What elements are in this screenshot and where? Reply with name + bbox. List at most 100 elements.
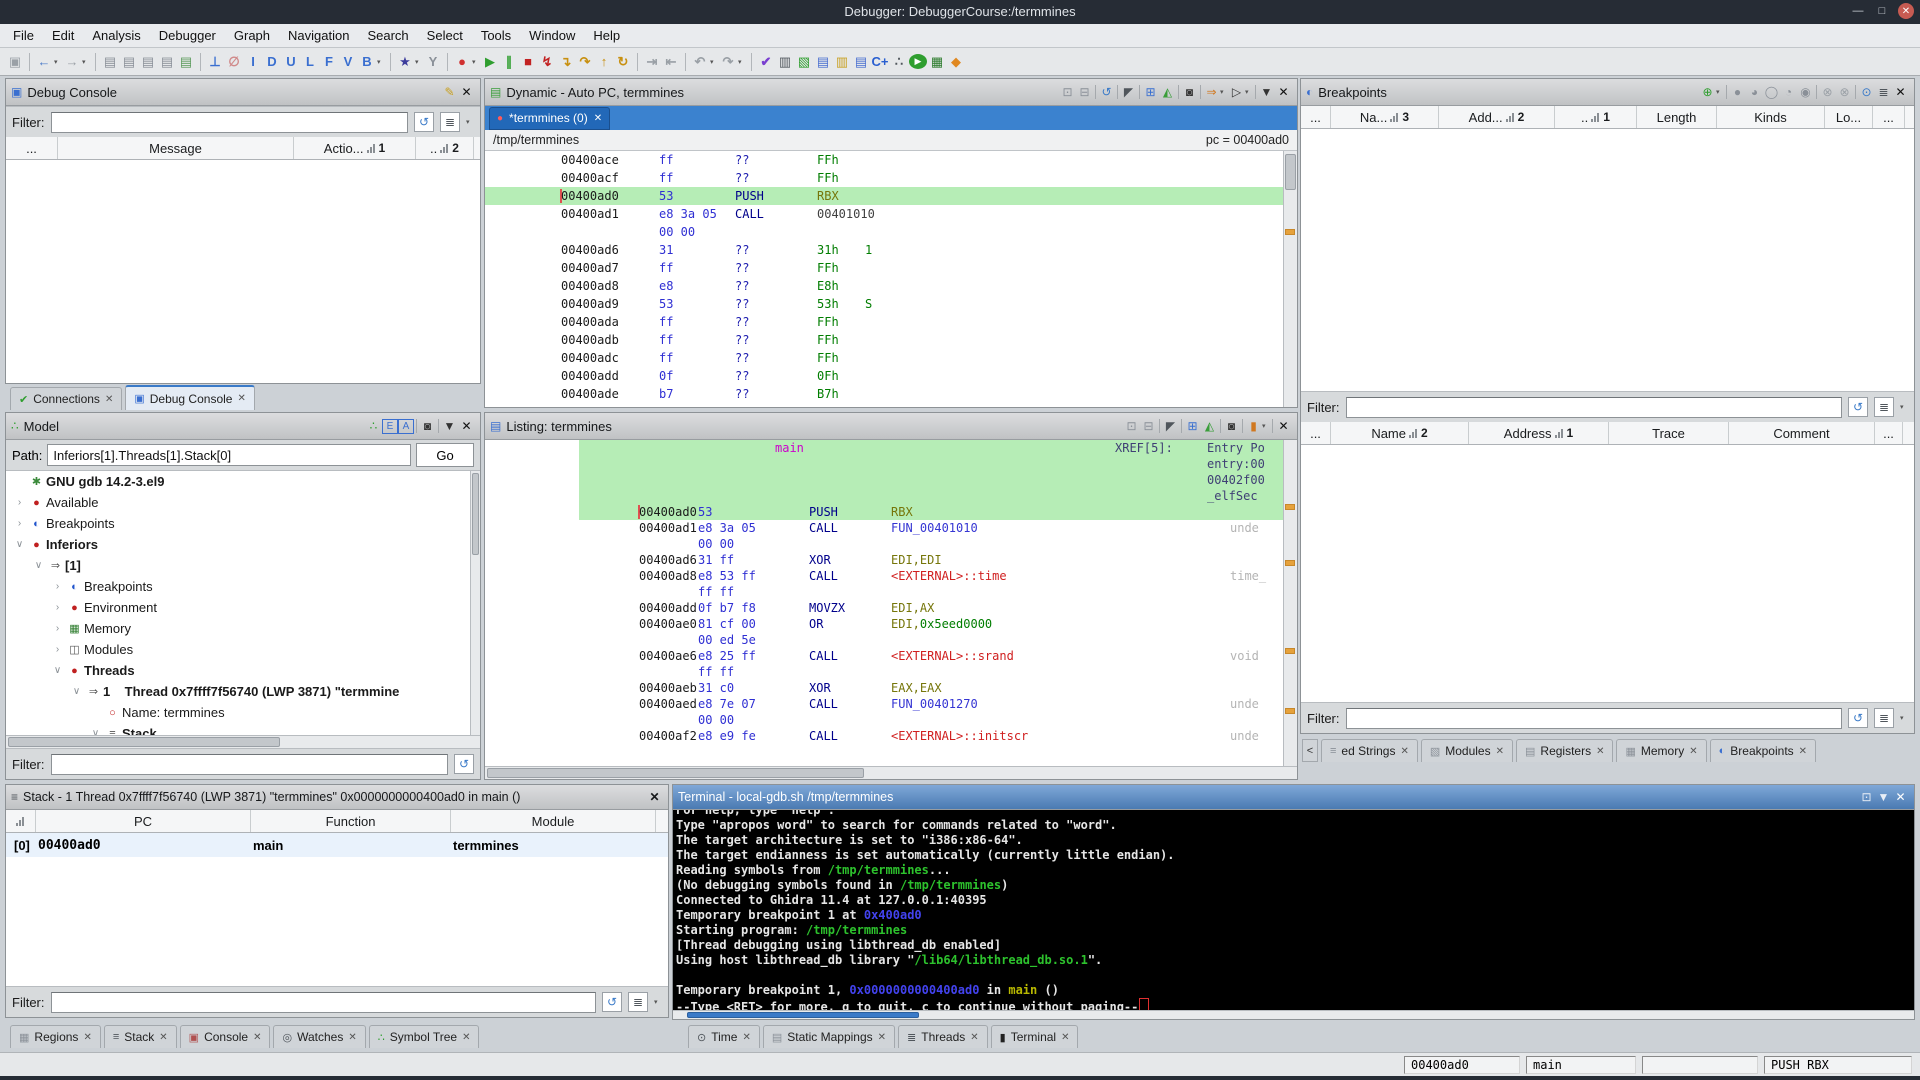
tree-item-breakpoints[interactable]: › ◐ Breakpoints bbox=[6, 513, 480, 534]
filter-columns-icon[interactable]: ≣ bbox=[1875, 84, 1892, 101]
column-header-length[interactable]: Length bbox=[1637, 106, 1717, 128]
filter-config-icon-dropdown[interactable]: ▾ bbox=[1900, 403, 1908, 411]
skip-out-icon[interactable]: ⇤ bbox=[662, 52, 680, 71]
undo-icon-dropdown[interactable]: ▾ bbox=[710, 58, 718, 66]
clear-filter-icon[interactable]: ↺ bbox=[414, 112, 434, 132]
tab-close-icon[interactable]: ✕ bbox=[1400, 746, 1408, 757]
snapshot-camera-icon[interactable]: ◙ bbox=[1181, 84, 1198, 101]
undo-icon[interactable]: ↶ bbox=[691, 52, 709, 71]
filter-config-icon-dropdown[interactable]: ▾ bbox=[466, 118, 474, 126]
new-page-icon[interactable]: ▤ bbox=[177, 52, 195, 71]
expander-open-icon[interactable]: ∨ bbox=[88, 728, 103, 735]
tab-static-mappings[interactable]: ▤ Static Mappings ✕ bbox=[762, 1025, 896, 1048]
tab-debug-console[interactable]: ▣ Debug Console ✕ bbox=[125, 385, 255, 410]
tree-item-available[interactable]: › ● Available bbox=[6, 492, 480, 513]
copy-icon[interactable]: ⊡ bbox=[1858, 789, 1875, 806]
undefined-letter-icon[interactable]: U bbox=[282, 52, 300, 71]
stack-table-body[interactable] bbox=[6, 857, 668, 986]
close-icon[interactable]: ✕ bbox=[1892, 789, 1909, 806]
tab-close-icon[interactable]: ✕ bbox=[105, 394, 113, 405]
expander-open-icon[interactable]: ∨ bbox=[69, 686, 84, 697]
disassembly-row[interactable]: 00400ad7 ff?? FFh bbox=[485, 259, 1283, 277]
column-header-[interactable]: ... bbox=[1875, 422, 1903, 444]
tab-close-icon[interactable]: ✕ bbox=[253, 1032, 261, 1043]
expander-open-icon[interactable]: ∨ bbox=[50, 665, 65, 676]
stack-frame-row[interactable]: [0] 00400ad0 main termmines bbox=[6, 833, 668, 857]
collapse-all-icon[interactable]: A bbox=[398, 418, 414, 434]
record-icon[interactable]: ● bbox=[453, 52, 471, 71]
skip-over-icon[interactable]: ⇥ bbox=[643, 52, 661, 71]
tab-symbol-tree[interactable]: ∴ Symbol Tree ✕ bbox=[368, 1025, 480, 1048]
tab-close-icon[interactable]: ✕ bbox=[348, 1032, 356, 1043]
model-tree-scrollbar[interactable] bbox=[470, 471, 480, 735]
disable-breakpoint-icon[interactable]: ◯ bbox=[1763, 84, 1780, 101]
snapshot-star-icon[interactable]: ★ bbox=[396, 52, 414, 71]
tree-item-breakpoints[interactable]: › ◐ Breakpoints bbox=[6, 576, 480, 597]
scroll-tabs-left-button[interactable]: < bbox=[1302, 739, 1318, 762]
sync-table-icon[interactable]: ⊞ bbox=[1142, 84, 1159, 101]
terminal-hscrollbar[interactable] bbox=[673, 1010, 1914, 1019]
tab-close-icon[interactable]: ✕ bbox=[462, 1032, 470, 1043]
column-header-function[interactable]: Function bbox=[251, 810, 451, 832]
breakpoints-table-body[interactable] bbox=[1301, 129, 1914, 391]
panel-menu-icon[interactable]: ▼ bbox=[441, 418, 458, 435]
book-icon[interactable]: ▮ bbox=[1245, 418, 1262, 435]
snapshot-camera-icon[interactable]: ◙ bbox=[419, 418, 436, 435]
column-header-kinds[interactable]: Kinds bbox=[1717, 106, 1825, 128]
clear-filter-icon[interactable]: ↺ bbox=[1848, 397, 1868, 417]
variable-letter-icon[interactable]: V bbox=[339, 52, 357, 71]
disassembly-row[interactable]: 00400ad6 31?? 31h 1 bbox=[485, 241, 1283, 259]
search-icon[interactable]: ⊙ bbox=[1858, 84, 1875, 101]
tree-item-gnu[interactable]: ✱ GNU gdb 14.2-3.el9 bbox=[6, 471, 480, 492]
filter-config-icon[interactable]: ≣ bbox=[1874, 397, 1894, 417]
diff-icon[interactable]: ◭ bbox=[1201, 418, 1218, 435]
back-icon[interactable]: ← bbox=[35, 52, 53, 71]
filter-config-icon[interactable]: ≣ bbox=[1874, 708, 1894, 728]
tab-close-icon[interactable]: ✕ bbox=[83, 1032, 91, 1043]
disassembly-row[interactable]: 00400ae6 e8 25 ff CALL <EXTERNAL>::srand voi… bbox=[485, 648, 1283, 664]
clear-all-breakpoints-icon[interactable]: ⊗ bbox=[1836, 84, 1853, 101]
tab-watches[interactable]: ◎ Watches ✕ bbox=[273, 1025, 366, 1048]
filter-input[interactable] bbox=[1345, 707, 1842, 729]
redo-icon-dropdown[interactable]: ▾ bbox=[738, 58, 746, 66]
forward-icon[interactable]: → bbox=[63, 52, 81, 71]
disable-all-breakpoints-icon[interactable]: ◔ bbox=[1780, 84, 1797, 101]
menu-navigation[interactable]: Navigation bbox=[279, 28, 358, 43]
interrupt-icon[interactable]: ∥ bbox=[500, 52, 518, 71]
model-hscrollbar[interactable] bbox=[6, 735, 480, 748]
filter-config-icon-dropdown[interactable]: ▾ bbox=[654, 998, 662, 1006]
tab-close-icon[interactable]: ✕ bbox=[1061, 1032, 1069, 1043]
goto-icon[interactable]: ▷ bbox=[1228, 84, 1245, 101]
model-tree-icon[interactable]: ∴ bbox=[890, 52, 908, 71]
function-letter-icon[interactable]: F bbox=[320, 52, 338, 71]
byte-letter-icon-dropdown[interactable]: ▾ bbox=[377, 58, 385, 66]
clear-filter-icon[interactable]: ↺ bbox=[454, 754, 474, 774]
clear-markup-icon[interactable]: ∅ bbox=[225, 52, 243, 71]
expand-all-icon[interactable]: E bbox=[382, 418, 398, 434]
step-into-icon[interactable]: ↴ bbox=[557, 52, 575, 71]
registers-table-icon[interactable]: ▤ bbox=[814, 52, 832, 71]
minimize-icon[interactable]: — bbox=[1850, 3, 1866, 19]
import-page-icon[interactable]: ▤ bbox=[158, 52, 176, 71]
go-button[interactable]: Go bbox=[416, 443, 474, 467]
close-icon[interactable]: ✕ bbox=[646, 789, 663, 806]
go-circle-icon[interactable]: ▶ bbox=[909, 54, 927, 69]
maximize-icon[interactable]: □ bbox=[1874, 3, 1890, 19]
tree-item-environment[interactable]: › ● Environment bbox=[6, 597, 480, 618]
column-header-add[interactable]: Add... 2 bbox=[1439, 106, 1555, 128]
expander-closed-icon[interactable]: › bbox=[50, 623, 65, 634]
tab-close-icon[interactable]: ✕ bbox=[1596, 746, 1604, 757]
column-header-trace[interactable]: Trace bbox=[1609, 422, 1729, 444]
panel-menu-icon[interactable]: ▼ bbox=[1258, 84, 1275, 101]
tab-close-icon[interactable]: ✕ bbox=[970, 1032, 978, 1043]
toggle-breakpoints-icon[interactable]: ◉ bbox=[1797, 84, 1814, 101]
filter-input[interactable] bbox=[50, 111, 408, 133]
breakpoint-diamond-icon[interactable]: ◆ bbox=[947, 52, 965, 71]
tree-item-inferiors[interactable]: ∨ ● Inferiors bbox=[6, 534, 480, 555]
byte-letter-icon[interactable]: B bbox=[358, 52, 376, 71]
disassembly-row[interactable]: 00400ad0 53 PUSH RBX bbox=[485, 187, 1283, 205]
tab-time[interactable]: ⊙ Time ✕ bbox=[688, 1025, 760, 1048]
disassembly-row[interactable]: 00400af2 e8 e9 fe CALL <EXTERNAL>::initscr u… bbox=[485, 728, 1283, 744]
forward-icon-dropdown[interactable]: ▾ bbox=[82, 58, 90, 66]
tab-close-icon[interactable]: ✕ bbox=[1799, 746, 1807, 757]
